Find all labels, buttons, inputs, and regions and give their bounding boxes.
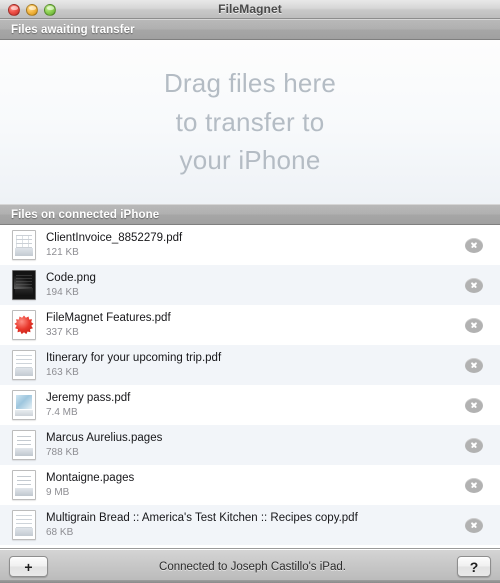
pdf-invoice-icon [12, 230, 36, 260]
remove-circle-icon[interactable] [465, 317, 483, 333]
file-size: 9 MB [46, 487, 70, 498]
file-size: 121 KB [46, 247, 79, 258]
file-size: 163 KB [46, 367, 79, 378]
file-name: FileMagnet Features.pdf [46, 312, 171, 324]
file-size: 68 KB [46, 527, 74, 538]
remove-circle-icon[interactable] [465, 357, 483, 373]
file-list-item[interactable]: Montaigne.pages 9 MB [0, 465, 500, 505]
file-name: Montaigne.pages [46, 472, 135, 484]
file-name: Itinerary for your upcoming trip.pdf [46, 352, 222, 364]
remove-circle-icon[interactable] [465, 517, 483, 533]
remove-circle-icon[interactable] [465, 277, 483, 293]
minimize-button[interactable] [26, 4, 38, 16]
file-info: Jeremy pass.pdf 7.4 MB [46, 391, 465, 419]
file-info: Code.png 194 KB [46, 271, 465, 299]
bottom-toolbar: + Connected to Joseph Castillo's iPad. ? [0, 549, 500, 583]
file-size: 337 KB [46, 327, 79, 338]
file-info: Multigrain Bread :: America's Test Kitch… [46, 511, 465, 539]
pdf-photo-icon [12, 390, 36, 420]
title-bar: FileMagnet [0, 0, 500, 19]
file-list-item[interactable]: ClientInvoice_8852279.pdf 121 KB [0, 225, 500, 265]
window-controls [8, 4, 56, 16]
section-header-awaiting-transfer: Files awaiting transfer [0, 19, 500, 40]
file-size: 194 KB [46, 287, 79, 298]
file-size: 788 KB [46, 447, 79, 458]
file-name: ClientInvoice_8852279.pdf [46, 232, 183, 244]
file-list-item[interactable]: FileMagnet Features.pdf 337 KB [0, 305, 500, 345]
pages-document-icon [12, 430, 36, 460]
pdf-starburst-icon [12, 310, 36, 340]
remove-circle-icon[interactable] [465, 237, 483, 253]
file-list-item[interactable]: Code.png 194 KB [0, 265, 500, 305]
plus-icon: + [24, 558, 33, 575]
section-header-connected-device: Files on connected iPhone [0, 204, 500, 225]
file-list-item[interactable]: Itinerary for your upcoming trip.pdf 163 … [0, 345, 500, 385]
filemagnet-window: FileMagnet Files awaiting transfer Drag … [0, 0, 500, 583]
file-info: Montaigne.pages 9 MB [46, 471, 465, 499]
window-title: FileMagnet [218, 2, 282, 16]
remove-circle-icon[interactable] [465, 397, 483, 413]
file-list-item[interactable]: Marcus Aurelius.pages 788 KB [0, 425, 500, 465]
add-file-button[interactable]: + [9, 556, 48, 577]
close-button[interactable] [8, 4, 20, 16]
pdf-document-icon [12, 510, 36, 540]
drop-hint-line-2: to transfer to [175, 106, 325, 137]
pdf-document-icon [12, 350, 36, 380]
file-name: Code.png [46, 272, 96, 284]
file-name: Marcus Aurelius.pages [46, 432, 163, 444]
pages-document-icon [12, 470, 36, 500]
file-name: Jeremy pass.pdf [46, 392, 131, 404]
file-list-item[interactable]: Jeremy pass.pdf 7.4 MB [0, 385, 500, 425]
file-name: Multigrain Bread :: America's Test Kitch… [46, 512, 358, 524]
question-mark-icon: ? [469, 558, 479, 575]
help-button[interactable]: ? [457, 556, 491, 577]
file-info: FileMagnet Features.pdf 337 KB [46, 311, 465, 339]
file-size: 7.4 MB [46, 407, 78, 418]
remove-circle-icon[interactable] [465, 477, 483, 493]
file-drop-zone[interactable]: Drag files here to transfer to your iPho… [0, 40, 500, 204]
file-info: Marcus Aurelius.pages 788 KB [46, 431, 465, 459]
section-header-connected-device-label: Files on connected iPhone [11, 208, 160, 221]
drop-hint-line-1: Drag files here [163, 67, 337, 98]
file-info: Itinerary for your upcoming trip.pdf 163 … [46, 351, 465, 379]
file-info: ClientInvoice_8852279.pdf 121 KB [46, 231, 465, 259]
drop-hint-line-3: your iPhone [179, 145, 321, 176]
device-file-list[interactable]: ClientInvoice_8852279.pdf 121 KB Code.png 1… [0, 225, 500, 549]
zoom-button[interactable] [44, 4, 56, 16]
remove-circle-icon[interactable] [465, 437, 483, 453]
png-screenshot-icon [12, 270, 36, 300]
connection-status: Connected to Joseph Castillo's iPad. [159, 560, 346, 573]
file-list-item[interactable]: Multigrain Bread :: America's Test Kitch… [0, 505, 500, 545]
section-header-awaiting-transfer-label: Files awaiting transfer [11, 23, 135, 36]
